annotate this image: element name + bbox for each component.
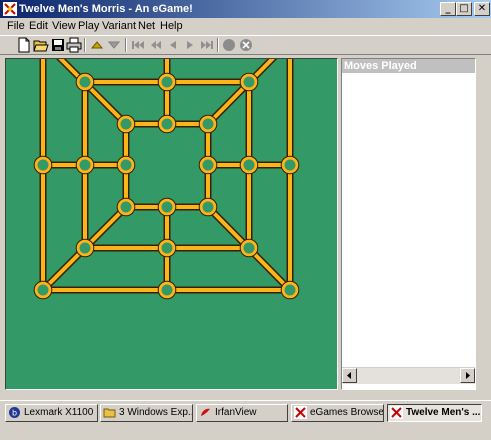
moves-header: Moves Played [342,59,475,73]
board-point[interactable] [240,239,258,257]
board-point[interactable] [117,198,135,216]
board-point[interactable] [76,73,94,91]
board-point[interactable] [117,156,135,174]
board-point[interactable] [199,115,217,133]
step-back-single-icon[interactable] [165,37,181,53]
taskbar: b Lexmark X1100 ... 3 Windows Exp... Irf… [0,400,491,440]
folder-icon [103,408,116,418]
board-canvas [6,59,337,389]
lexmark-icon: b [9,407,20,418]
board-point[interactable] [158,239,176,257]
board-point[interactable] [34,281,52,299]
scroll-left-button[interactable] [342,368,357,383]
board-point[interactable] [199,156,217,174]
board-point[interactable] [158,198,176,216]
scroll-right-button[interactable] [460,368,475,383]
board-point[interactable] [240,73,258,91]
menu-file[interactable]: File [7,20,25,33]
board-point[interactable] [158,115,176,133]
step-back-icon[interactable] [148,37,164,53]
horizontal-scrollbar[interactable] [342,367,475,384]
taskbar-item-windows-explorer[interactable]: 3 Windows Exp... [100,404,193,422]
board-point[interactable] [117,115,135,133]
toolbar-separator [125,38,127,52]
window-title: Twelve Men's Morris - An eGame! [19,3,193,15]
move-down-icon[interactable] [106,37,122,53]
board-point[interactable] [76,156,94,174]
maximize-button[interactable]: □ [456,2,472,16]
rewind-start-icon[interactable] [130,37,146,53]
print-icon[interactable] [66,37,82,53]
arrow-right-icon [466,372,470,379]
save-icon[interactable] [50,37,66,53]
board-point[interactable] [34,156,52,174]
toolbar-separator [217,38,219,52]
board-point[interactable] [281,281,299,299]
board-point[interactable] [199,198,217,216]
menu-net[interactable]: Net [138,20,155,33]
toolbar-separator [84,38,86,52]
menu-edit[interactable]: Edit [29,20,48,33]
egames-icon [390,406,403,419]
svg-text:b: b [12,409,17,418]
game-board [5,58,338,390]
irfanview-icon [201,408,210,416]
new-file-icon[interactable] [16,37,32,53]
menu-help[interactable]: Help [160,20,183,33]
menu-view[interactable]: View [52,20,76,33]
open-folder-icon[interactable] [33,37,49,53]
board-point[interactable] [158,281,176,299]
taskbar-item-irfanview[interactable]: IrfanView [196,404,288,422]
app-icon [3,2,17,16]
board-point[interactable] [281,156,299,174]
menu-variant[interactable]: Variant [102,20,136,33]
taskbar-item-twelve-mens-morris[interactable]: Twelve Men's ... [387,404,482,422]
stop-icon[interactable] [221,37,237,53]
close-button[interactable]: ✕ [474,2,490,16]
step-forward-single-icon[interactable] [182,37,198,53]
board-point[interactable] [76,239,94,257]
title-bar: Twelve Men's Morris - An eGame! _ □ ✕ [0,0,491,18]
cancel-icon[interactable] [238,37,254,53]
board-point[interactable] [240,156,258,174]
moves-panel: Moves Played [341,58,476,390]
window-edge [478,55,491,400]
minimize-button[interactable]: _ [440,2,456,16]
taskbar-item-egames-browser[interactable]: eGames Browser... [291,404,384,422]
board-point[interactable] [158,73,176,91]
menu-bar: File Edit View Play Variant Net Help [0,18,491,35]
taskbar-item-lexmark[interactable]: b Lexmark X1100 ... [5,404,98,422]
arrow-left-icon [347,372,351,379]
move-up-icon[interactable] [89,37,105,53]
menu-play[interactable]: Play [78,20,99,33]
egames-icon [294,406,307,419]
fast-forward-end-icon[interactable] [199,37,215,53]
toolbar [0,35,491,55]
